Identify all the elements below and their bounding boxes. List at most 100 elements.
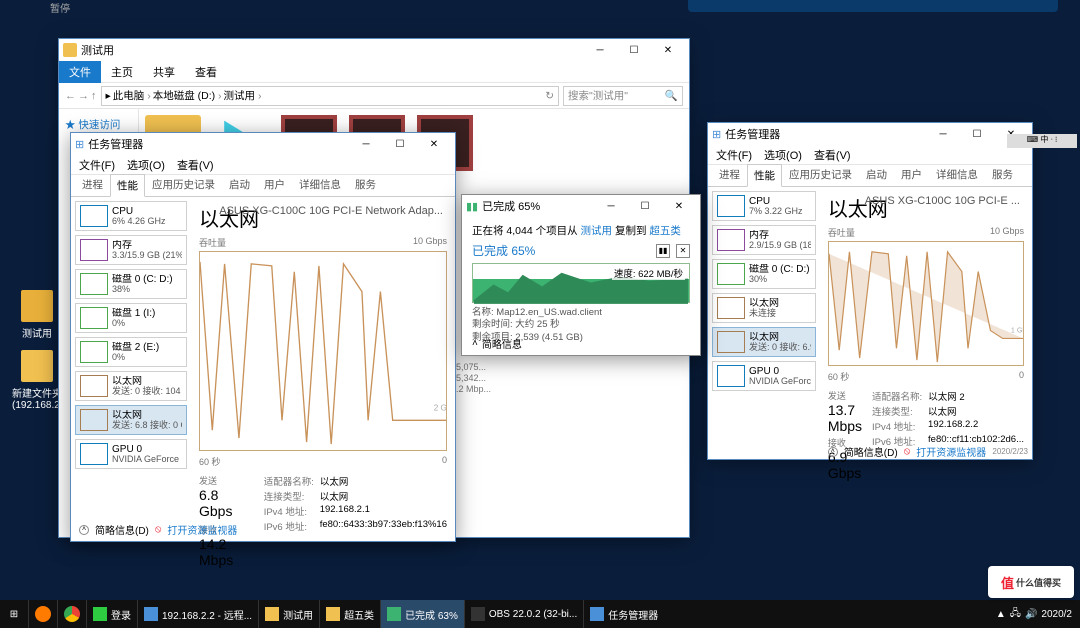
up-button[interactable]: ↑ (91, 90, 97, 102)
tab-services[interactable]: 服务 (985, 163, 1020, 186)
collapse-icon[interactable]: ˄ (828, 447, 838, 457)
address-bar[interactable]: ▸ 此电脑 本地磁盘 (D:) 测试用 ↻ (101, 86, 560, 106)
close-button[interactable]: ✕ (417, 134, 451, 154)
tm2-titlebar[interactable]: ⊞ 任务管理器 ─ ☐ ✕ (708, 123, 1032, 145)
minimize-button[interactable]: ─ (926, 124, 960, 144)
perf-card-cpu[interactable]: CPU7% 3.22 GHz (712, 191, 816, 221)
perf-card-net[interactable]: 以太网发送: 0 接收: 104 Kbps (75, 371, 187, 401)
perf-card-disk[interactable]: 磁盘 2 (E:)0% (75, 337, 187, 367)
taskbar-item[interactable]: OBS 22.0.2 (32-bi... (464, 600, 583, 628)
open-resmon-link[interactable]: 打开资源监视器 (916, 444, 986, 459)
perf-card-net[interactable]: 以太网发送: 0 接收: 6.9 Gbps (712, 327, 816, 357)
perf-card-mem[interactable]: 内存2.9/15.9 GB (18%) (712, 225, 816, 255)
search-input[interactable]: 搜索"测试用" 🔍 (563, 86, 683, 106)
perf-card-disk[interactable]: 磁盘 1 (I:)0% (75, 303, 187, 333)
tab-processes[interactable]: 进程 (712, 163, 747, 186)
perf-card-mem[interactable]: 内存3.3/15.9 GB (21%) (75, 235, 187, 265)
tab-processes[interactable]: 进程 (75, 173, 110, 196)
tab-performance[interactable]: 性能 (747, 164, 782, 187)
start-button[interactable]: ⊞ (0, 600, 28, 628)
dst-link[interactable]: 超五类 (649, 225, 681, 237)
tab-apphistory[interactable]: 应用历史记录 (145, 173, 222, 196)
tab-home[interactable]: 主页 (101, 61, 143, 83)
perf-card-net[interactable]: 以太网发送: 6.8 接收: 0 Gbps (75, 405, 187, 435)
ime-bar[interactable]: ⌨ 中 ᐧ ⁝ (1007, 134, 1077, 148)
system-tray[interactable]: ▲ 🖧 🔊 2020/2 (988, 606, 1080, 623)
taskbar-chrome[interactable] (57, 600, 86, 628)
perf-card-gpu[interactable]: GPU 0NVIDIA GeForce GTX 10% (75, 439, 187, 469)
app-icon (265, 607, 279, 621)
close-button[interactable]: ✕ (651, 40, 685, 60)
perf-card-net[interactable]: 以太网未连接 (712, 293, 816, 323)
menu-view[interactable]: 查看(V) (814, 147, 851, 163)
remote-connection-bar[interactable] (688, 0, 1058, 12)
close-button[interactable]: ✕ (662, 196, 696, 216)
tray-icon[interactable]: ▲ (996, 609, 1006, 620)
collapse-icon[interactable]: ˄ (79, 525, 89, 535)
explorer-titlebar[interactable]: 测试用 ─ ☐ ✕ (59, 39, 689, 61)
tab-services[interactable]: 服务 (348, 173, 383, 196)
maximize-button[interactable]: ☐ (628, 196, 662, 216)
copy-titlebar[interactable]: ▮▮ 已完成 65% ─ ☐ ✕ (462, 195, 700, 217)
brief-toggle[interactable]: 简略信息 (482, 336, 522, 351)
perf-card-gpu[interactable]: GPU 0NVIDIA GeForce GTX 0% (712, 361, 816, 391)
tm1-footer: ˄ 简略信息(D) ⦸ 打开资源监视器 (79, 522, 237, 537)
minimize-button[interactable]: ─ (594, 196, 628, 216)
taskbar-item[interactable]: 登录 (86, 600, 137, 628)
tab-details[interactable]: 详细信息 (929, 163, 985, 186)
open-resmon-link[interactable]: 打开资源监视器 (167, 522, 237, 537)
maximize-button[interactable]: ☐ (960, 124, 994, 144)
taskbar-firefox[interactable] (28, 600, 57, 628)
minimize-button[interactable]: ─ (349, 134, 383, 154)
taskbar-item[interactable]: 超五类 (319, 600, 380, 628)
maximize-button[interactable]: ☐ (383, 134, 417, 154)
cancel-button[interactable]: ✕ (676, 244, 690, 258)
taskbar-item[interactable]: 已完成 63% (380, 600, 464, 628)
graph-ylabel: 吞吐量 (828, 226, 855, 239)
tab-users[interactable]: 用户 (894, 163, 929, 186)
tab-users[interactable]: 用户 (257, 173, 292, 196)
tm1-titlebar[interactable]: ⊞ 任务管理器 ─ ☐ ✕ (71, 133, 455, 155)
brief-info-toggle[interactable]: 简略信息(D) (95, 522, 149, 537)
refresh-icon[interactable]: ↻ (545, 90, 554, 102)
breadcrumb[interactable]: 测试用 (224, 88, 262, 103)
app-icon (590, 607, 604, 621)
pause-button[interactable]: ▮▮ (656, 244, 670, 258)
tab-file[interactable]: 文件 (59, 61, 101, 83)
back-button[interactable]: ← (65, 90, 76, 102)
tab-apphistory[interactable]: 应用历史记录 (782, 163, 859, 186)
taskbar-item[interactable]: 任务管理器 (583, 600, 664, 628)
tab-share[interactable]: 共享 (143, 61, 185, 83)
desktop-icon-newfolder[interactable]: 新建文件夹 (192.168.2... (12, 350, 62, 411)
menu-file[interactable]: 文件(F) (716, 147, 752, 163)
src-link[interactable]: 测试用 (581, 225, 613, 237)
graph-xright: 0 (1019, 370, 1024, 383)
tab-startup[interactable]: 启动 (859, 163, 894, 186)
tab-details[interactable]: 详细信息 (292, 173, 348, 196)
taskbar-item[interactable]: 测试用 (258, 600, 319, 628)
nav-arrows: ← → ↑ (65, 90, 97, 102)
breadcrumb[interactable]: 此电脑 (113, 88, 151, 103)
menu-view[interactable]: 查看(V) (177, 157, 214, 173)
send-label: 发送 (199, 474, 254, 487)
volume-icon[interactable]: 🔊 (1025, 609, 1037, 620)
clock[interactable]: 2020/2 (1041, 609, 1072, 620)
menu-options[interactable]: 选项(O) (764, 147, 802, 163)
forward-button[interactable]: → (78, 90, 89, 102)
breadcrumb[interactable]: 本地磁盘 (D:) (153, 88, 222, 103)
minimize-button[interactable]: ─ (583, 40, 617, 60)
perf-card-cpu[interactable]: CPU6% 4.26 GHz (75, 201, 187, 231)
menu-options[interactable]: 选项(O) (127, 157, 165, 173)
perf-card-disk[interactable]: 磁盘 0 (C: D:)30% (712, 259, 816, 289)
tab-startup[interactable]: 启动 (222, 173, 257, 196)
brief-info-toggle[interactable]: 简略信息(D) (844, 444, 898, 459)
network-icon[interactable]: 🖧 (1010, 606, 1021, 623)
perf-card-disk[interactable]: 磁盘 0 (C: D:)38% (75, 269, 187, 299)
tab-view[interactable]: 查看 (185, 61, 227, 83)
taskbar-item[interactable]: 192.168.2.2 - 远程... (137, 600, 258, 628)
menu-file[interactable]: 文件(F) (79, 157, 115, 173)
collapse-icon[interactable]: ˄ (472, 338, 478, 349)
maximize-button[interactable]: ☐ (617, 40, 651, 60)
desktop-icon-test[interactable]: 测试用 (12, 290, 62, 340)
tab-performance[interactable]: 性能 (110, 174, 145, 197)
